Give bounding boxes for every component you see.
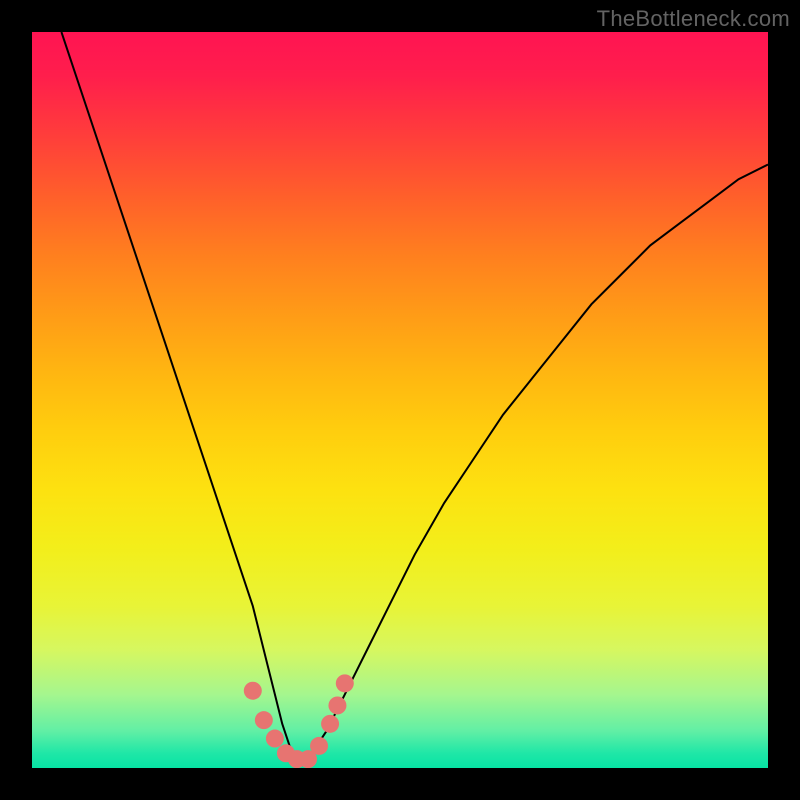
curve-marker — [255, 711, 273, 729]
chart-frame: TheBottleneck.com — [0, 0, 800, 800]
curve-marker — [310, 737, 328, 755]
curve-markers — [244, 674, 354, 768]
plot-area — [32, 32, 768, 768]
bottleneck-curve — [61, 32, 768, 761]
bottleneck-curve-svg — [32, 32, 768, 768]
curve-marker — [328, 696, 346, 714]
curve-marker — [336, 674, 354, 692]
curve-marker — [321, 715, 339, 733]
curve-marker — [244, 682, 262, 700]
curve-marker — [266, 730, 284, 748]
watermark-text: TheBottleneck.com — [597, 6, 790, 32]
